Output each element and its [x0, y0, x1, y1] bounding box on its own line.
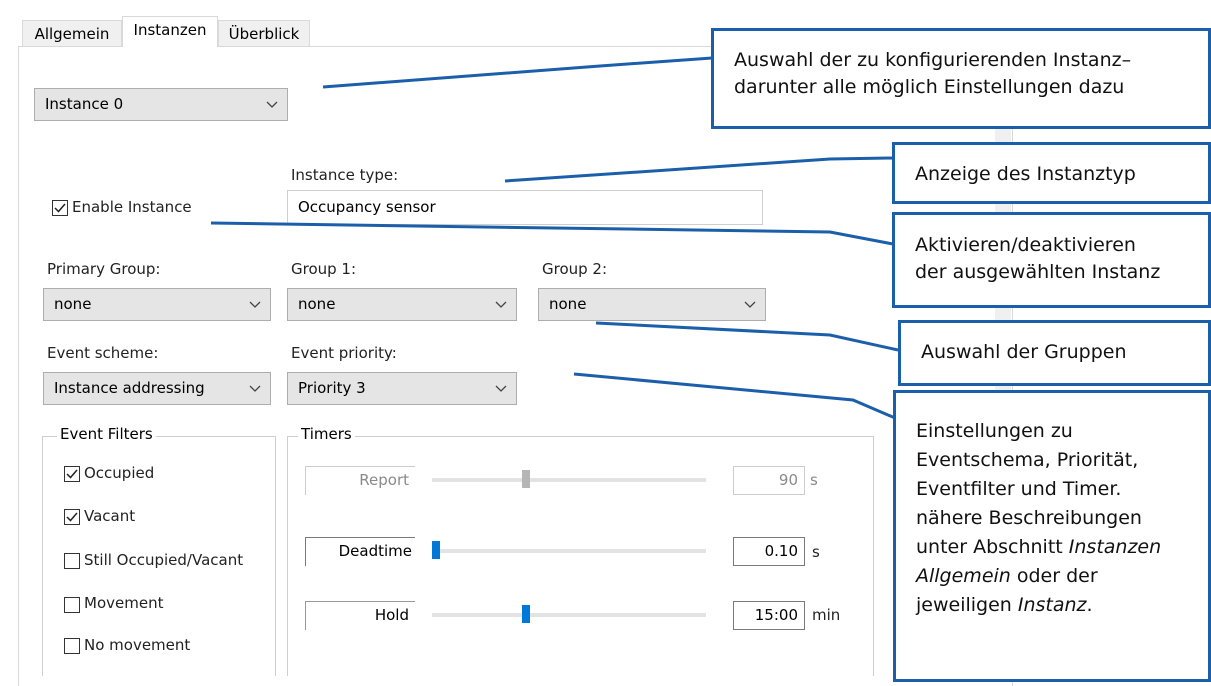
- callout-einstellungen-line7: jeweiligen Instanz.: [916, 591, 1208, 620]
- callout-einstellungen-line5: unter Abschnitt Instanzen: [916, 533, 1208, 562]
- callout-gruppen: Auswahl der Gruppen: [898, 320, 1211, 386]
- callout-gruppen-line1: Auswahl der Gruppen: [921, 341, 1127, 363]
- callout-anzeige: Anzeige des Instanztyp: [892, 142, 1211, 204]
- callout-einstellungen-line2: Eventschema, Priorität,: [916, 449, 1139, 471]
- callout-einstellungen-line6: Allgemein oder der: [916, 562, 1208, 591]
- callout-einstellungen-line1: Einstellungen zu: [916, 420, 1073, 442]
- callout-instanz-auswahl-line2: darunter alle möglich Einstellungen dazu: [734, 76, 1125, 98]
- callout-instanz-auswahl: Auswahl der zu konfigurierenden Instanz–…: [711, 28, 1211, 129]
- callout-einstellungen-line6-italic: Allgemein: [916, 565, 1011, 587]
- callout-einstellungen-line5-italic: Instanzen: [1068, 536, 1162, 558]
- callout-aktivieren-line2: der ausgewählten Instanz: [915, 261, 1161, 283]
- callout-einstellungen-line7-prefix: jeweiligen: [916, 594, 1018, 616]
- callout-einstellungen-line7-suffix: .: [1086, 594, 1093, 616]
- callout-einstellungen-line6-suffix: oder der: [1010, 565, 1098, 587]
- callout-einstellungen-line3: Eventfilter und Timer.: [916, 478, 1122, 500]
- callout-einstellungen: Einstellungen zu Eventschema, Priorität,…: [893, 390, 1211, 682]
- callout-aktivieren: Aktivieren/deaktivieren der ausgewählten…: [892, 212, 1211, 308]
- callout-einstellungen-line4: nähere Beschreibungen: [916, 507, 1142, 529]
- callout-instanz-auswahl-line1: Auswahl der zu konfigurierenden Instanz–: [734, 49, 1132, 71]
- callout-einstellungen-line5-prefix: unter Abschnitt: [916, 536, 1069, 558]
- callout-aktivieren-line1: Aktivieren/deaktivieren: [915, 234, 1136, 256]
- callout-einstellungen-line7-italic: Instanz: [1017, 594, 1087, 616]
- callout-anzeige-line1: Anzeige des Instanztyp: [915, 163, 1136, 185]
- tab-instanzen[interactable]: Instanzen: [122, 16, 218, 47]
